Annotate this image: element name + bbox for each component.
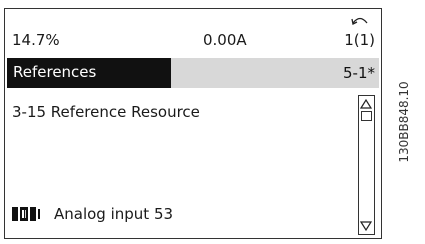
status-current: 0.00A (203, 31, 247, 49)
status-percent: 14.7% (12, 31, 60, 49)
menu-label: References (13, 63, 97, 81)
status-setup: 1(1) (344, 31, 375, 49)
scroll-thumb[interactable] (360, 111, 372, 121)
menu-highlight: References (7, 58, 171, 88)
scrollbar[interactable] (358, 95, 375, 235)
scroll-up-icon[interactable] (360, 98, 372, 110)
menu-title-bar[interactable]: References 5-1* (7, 58, 379, 88)
terminal-input-icon (12, 207, 40, 221)
parameter-value: Analog input 53 (54, 205, 174, 223)
scroll-down-icon[interactable] (360, 220, 372, 232)
lcp-display: 14.7% 0.00A 1(1) References 5-1* 3-15 Re… (4, 8, 382, 239)
back-arrow-icon[interactable] (351, 13, 369, 27)
menu-index-area: 5-1* (171, 58, 379, 88)
parameter-title: 3-15 Reference Resource (12, 103, 200, 121)
status-line: 14.7% 0.00A 1(1) (5, 9, 381, 55)
parameter-value-row[interactable]: Analog input 53 (12, 205, 173, 223)
menu-index: 5-1* (343, 64, 375, 82)
document-code: 130BB848.10 (397, 81, 411, 163)
